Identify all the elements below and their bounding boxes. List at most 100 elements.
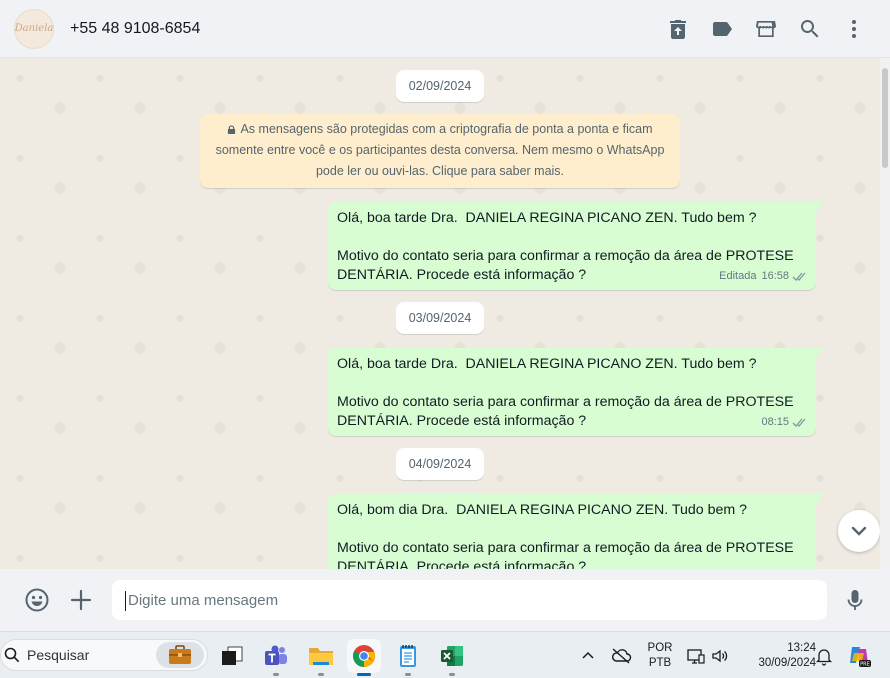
delete-button[interactable] <box>656 7 700 51</box>
chevron-down-icon <box>851 526 867 536</box>
network-icon <box>687 648 705 664</box>
taskbar-task-view[interactable] <box>215 639 249 673</box>
message-text-line: Olá, boa tarde Dra. DANIELA REGINA PICAN… <box>337 210 757 226</box>
active-indicator <box>357 673 371 676</box>
language-code: POR <box>647 642 673 654</box>
message-input[interactable] <box>112 580 827 620</box>
message-meta: 08:15 <box>761 413 808 432</box>
bubble-tail-icon <box>815 494 823 506</box>
edited-label: Editada <box>719 270 757 282</box>
message-text-line: DENTÁRIA. Procede está informação ? <box>337 559 587 569</box>
chrome-icon <box>353 645 376 667</box>
message-text-line: Olá, bom dia Dra. DANIELA REGINA PICANO … <box>337 502 748 518</box>
task-view-icon <box>222 646 243 665</box>
folder-icon <box>309 648 333 665</box>
taskbar-notepad[interactable] <box>391 639 425 676</box>
emoji-icon <box>25 588 49 612</box>
running-indicator <box>273 673 279 676</box>
encryption-notice-line: As mensagens são protegidas com a cripto… <box>214 119 666 140</box>
date-separator: 04/09/2024 <box>396 448 484 480</box>
chat-header: Daniela +55 48 9108-6854 <box>0 0 890 58</box>
voice-message-button[interactable] <box>838 583 872 617</box>
label-icon <box>713 22 732 36</box>
tray-notifications[interactable] <box>814 632 834 678</box>
message-text-line: Motivo do contato seria para confirmar a… <box>337 248 794 264</box>
header-actions <box>656 0 876 58</box>
scroll-to-bottom-button[interactable] <box>838 510 880 552</box>
attach-button[interactable] <box>64 583 98 617</box>
chevron-up-icon <box>582 651 594 659</box>
outgoing-message[interactable]: Olá, boa tarde Dra. DANIELA REGINA PICAN… <box>328 348 823 436</box>
contact-name[interactable]: +55 48 9108-6854 <box>70 20 200 38</box>
outgoing-message[interactable]: Olá, bom dia Dra. DANIELA REGINA PICANO … <box>328 494 823 569</box>
avatar-logo-text: Daniela <box>14 23 54 34</box>
keyboard-layout: PTB <box>648 657 672 669</box>
message-text-line: Motivo do contato seria para confirmar a… <box>337 540 794 556</box>
clock-time: 13:24 <box>787 642 816 654</box>
chat-scrollbar[interactable] <box>880 58 890 569</box>
encryption-notice[interactable]: As mensagens são protegidas com a cripto… <box>200 114 680 188</box>
speaker-icon <box>712 649 728 662</box>
running-indicator <box>405 673 411 676</box>
avatar[interactable]: Daniela <box>14 8 54 49</box>
emoji-button[interactable] <box>20 583 54 617</box>
search-button[interactable] <box>788 7 832 51</box>
text-caret <box>125 591 126 611</box>
excel-icon <box>441 646 463 666</box>
search-highlight[interactable] <box>156 642 204 668</box>
double-check-icon <box>792 272 806 281</box>
composer <box>0 569 890 631</box>
taskbar-search[interactable]: Pesquisar <box>0 639 208 671</box>
running-indicator <box>318 673 324 676</box>
taskbar-clock[interactable]: 13:24 30/09/2024 <box>740 641 816 671</box>
clock-date: 30/09/2024 <box>758 657 816 669</box>
microphone-icon <box>847 590 863 610</box>
input-language[interactable]: POR PTB <box>640 641 680 671</box>
message-list[interactable]: 02/09/2024 As mensagens são protegidas c… <box>0 58 880 569</box>
scrollbar-thumb[interactable] <box>882 68 888 168</box>
message-meta: Editada 16:58 <box>719 267 808 286</box>
taskbar-file-explorer[interactable] <box>304 639 338 676</box>
copilot-icon: PRE <box>850 646 871 667</box>
store-icon <box>756 21 776 37</box>
encryption-notice-line: pode ler ou ouvi-las. Clique para saber … <box>315 164 565 178</box>
catalog-button[interactable] <box>744 7 788 51</box>
outgoing-message[interactable]: Olá, boa tarde Dra. DANIELA REGINA PICAN… <box>328 202 823 290</box>
lock-icon <box>228 125 236 134</box>
tray-network[interactable] <box>686 632 706 678</box>
message-text-line: Motivo do contato seria para confirmar a… <box>337 394 794 410</box>
search-icon <box>4 647 20 663</box>
tray-copilot[interactable]: PRE <box>846 632 872 678</box>
svg-text:PRE: PRE <box>860 661 870 667</box>
tray-volume[interactable] <box>710 632 730 678</box>
bubble-tail-icon <box>815 202 823 214</box>
double-check-icon <box>792 418 806 427</box>
message-text-line: DENTÁRIA. Procede está informação ? <box>337 413 587 429</box>
message-text-line: Olá, boa tarde Dra. DANIELA REGINA PICAN… <box>337 356 757 372</box>
teams-icon <box>265 645 287 665</box>
search-label: Pesquisar <box>27 647 90 663</box>
date-separator: 02/09/2024 <box>396 70 484 102</box>
delete-icon <box>670 20 686 39</box>
encryption-notice-line: somente entre você e os participantes de… <box>215 143 665 157</box>
plus-icon <box>70 589 92 611</box>
tray-onedrive[interactable] <box>610 632 632 678</box>
message-time: 08:15 <box>761 416 789 428</box>
taskbar-teams[interactable] <box>259 639 293 676</box>
menu-dots-icon <box>852 20 856 38</box>
message-time: 16:58 <box>761 270 789 282</box>
windows-taskbar: Pesquisar POR PTB 13:24 30/09/2024 PRE <box>0 631 890 678</box>
date-separator: 03/09/2024 <box>396 302 484 334</box>
taskbar-chrome[interactable] <box>347 639 381 676</box>
search-icon <box>801 20 819 38</box>
running-indicator <box>449 673 455 676</box>
briefcase-icon <box>169 645 191 664</box>
menu-button[interactable] <box>832 7 876 51</box>
cloud-off-icon <box>612 647 632 664</box>
bubble-tail-icon <box>815 348 823 360</box>
tray-overflow-button[interactable] <box>578 632 598 678</box>
taskbar-excel[interactable] <box>435 639 469 676</box>
bell-icon <box>815 648 833 666</box>
notepad-icon <box>400 645 416 667</box>
label-button[interactable] <box>700 7 744 51</box>
